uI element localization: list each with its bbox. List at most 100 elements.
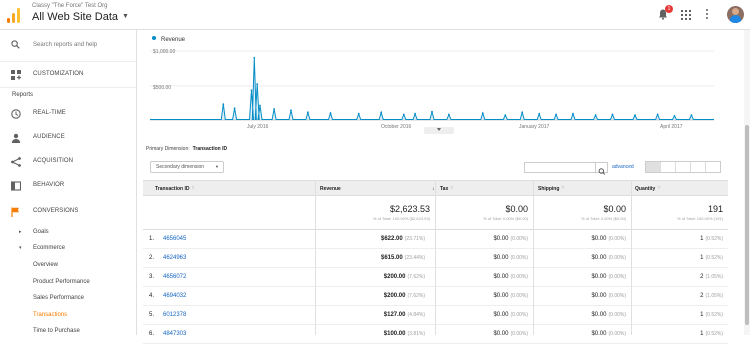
- primary-dimension-value[interactable]: Transaction ID: [193, 146, 227, 152]
- row-index: 1.: [149, 236, 155, 242]
- sidebar-item-customization[interactable]: CUSTOMIZATION: [0, 66, 136, 84]
- notification-badge[interactable]: 1: [665, 5, 673, 13]
- sidebar-item-product-performance[interactable]: Product Performance: [0, 276, 136, 290]
- sidebar-item-ecommerce[interactable]: ▾ Ecommerce: [0, 242, 136, 256]
- primary-dimension-label: Primary Dimension:: [146, 146, 190, 152]
- sidebar-item-conversions[interactable]: CONVERSIONS: [0, 203, 136, 221]
- comparison-view-icon[interactable]: [691, 162, 706, 172]
- column-divider: [533, 180, 534, 335]
- y-tick-label: $500.00: [153, 85, 171, 91]
- total-tax: $0.00% of Total: 0.00% ($0.00): [483, 204, 528, 221]
- sidebar-item-behavior[interactable]: BEHAVIOR: [0, 177, 136, 195]
- sidebar-item-goals[interactable]: ▸ Goals: [0, 226, 136, 240]
- revenue-cell: $200.00 (7.62%): [383, 274, 425, 280]
- reports-heading: Reports: [12, 92, 34, 98]
- shipping-cell: $0.00 (0.00%): [591, 236, 626, 242]
- search-icon: [11, 40, 20, 49]
- row-index: 6.: [149, 331, 155, 337]
- performance-view-icon[interactable]: [676, 162, 691, 172]
- column-header-revenue[interactable]: Revenue: [320, 186, 341, 192]
- sidebar-item-time-to-purchase[interactable]: Time to Purchase: [0, 325, 136, 339]
- scrollbar-thumb[interactable]: [745, 125, 749, 325]
- sidebar-item-acquisition[interactable]: ACQUISITION: [0, 153, 136, 171]
- column-divider: [435, 180, 436, 335]
- revenue-chart[interactable]: $1,000.00 $500.00 July 2016 October 2016…: [148, 44, 718, 134]
- sidebar-item-audience[interactable]: AUDIENCE: [0, 129, 136, 147]
- sidebar-item-sales-performance[interactable]: Sales Performance: [0, 292, 136, 306]
- advanced-filter-link[interactable]: advanced: [612, 164, 634, 170]
- apps-grid-icon[interactable]: [681, 10, 691, 20]
- quantity-cell: 1 (0.52%): [700, 236, 723, 242]
- row-index: 4.: [149, 293, 155, 299]
- revenue-cell: $615.00 (23.44%): [381, 255, 425, 261]
- table-search-button[interactable]: [595, 163, 607, 175]
- total-quantity: 191% of Total: 100.00% (191): [677, 204, 723, 221]
- search-icon: [598, 168, 606, 175]
- search-placeholder: Search reports and help: [33, 42, 98, 48]
- caret-down-icon: ▾: [19, 245, 22, 251]
- org-name: Classy "The Force" Test Org: [32, 3, 108, 9]
- x-tick-label: January 2017: [519, 124, 550, 130]
- secondary-dimension-dropdown[interactable]: Secondary dimension ▼: [150, 161, 224, 173]
- column-header-transaction-id[interactable]: Transaction ID?: [155, 186, 194, 192]
- transaction-id-link[interactable]: 4656045: [163, 236, 186, 242]
- quantity-cell: 2 (1.05%): [700, 293, 723, 299]
- series-line: [150, 57, 714, 120]
- quantity-cell: 2 (1.05%): [700, 274, 723, 280]
- quantity-cell: 1 (0.52%): [700, 255, 723, 261]
- total-revenue: $2,623.53% of Total: 100.00% ($2,623.53): [372, 204, 430, 221]
- quantity-cell: 1 (0.52%): [700, 312, 723, 318]
- revenue-cell: $100.00 (3.81%): [383, 331, 425, 337]
- shipping-cell: $0.00 (0.00%): [591, 255, 626, 261]
- sidebar-item-label: Overview: [33, 262, 59, 268]
- dashboard-icon: [11, 70, 21, 80]
- top-bar: Classy "The Force" Test Org All Web Site…: [0, 0, 750, 30]
- column-header-tax[interactable]: Tax?: [440, 186, 453, 192]
- chart-collapse-toggle[interactable]: [424, 127, 454, 134]
- legend-label: Revenue: [161, 37, 186, 43]
- sidebar-item-label: REAL-TIME: [33, 110, 66, 116]
- transaction-id-link[interactable]: 4624963: [163, 255, 186, 261]
- avatar[interactable]: [727, 6, 744, 23]
- sidebar-item-label: ACQUISITION: [33, 158, 74, 164]
- property-selector[interactable]: All Web Site Data ▼: [32, 11, 129, 23]
- tax-cell: $0.00 (0.00%): [493, 331, 528, 337]
- pivot-view-icon[interactable]: [706, 162, 720, 172]
- shipping-cell: $0.00 (0.00%): [591, 331, 626, 337]
- clock-icon: [11, 109, 21, 119]
- sidebar-item-realtime[interactable]: REAL-TIME: [0, 105, 136, 123]
- caret-right-icon: ▸: [19, 229, 22, 235]
- row-index: 3.: [149, 274, 155, 280]
- column-header-quantity[interactable]: Quantity?: [635, 186, 660, 192]
- shipping-cell: $0.00 (0.00%): [591, 274, 626, 280]
- chart-legend[interactable]: Revenue: [152, 36, 185, 43]
- quantity-cell: 1 (0.52%): [700, 331, 723, 337]
- tax-cell: $0.00 (0.00%): [493, 236, 528, 242]
- x-tick-label: April 2017: [660, 124, 683, 130]
- transaction-id-link[interactable]: 4656072: [163, 274, 186, 280]
- column-divider: [315, 180, 316, 335]
- transaction-id-link[interactable]: 4694032: [163, 293, 186, 299]
- pie-view-icon[interactable]: [661, 162, 676, 172]
- sidebar-item-label: CONVERSIONS: [33, 208, 79, 214]
- table-search-input[interactable]: [524, 162, 608, 175]
- sidebar-item-transactions[interactable]: Transactions: [0, 309, 136, 323]
- revenue-cell: $127.00 (4.84%): [383, 312, 425, 318]
- divider: [0, 87, 136, 88]
- total-shipping: $0.00% of Total: 0.00% ($0.00): [581, 204, 626, 221]
- primary-dimension: Primary Dimension: Transaction ID: [146, 146, 227, 152]
- sidebar-search[interactable]: Search reports and help: [0, 30, 136, 62]
- analytics-logo-icon[interactable]: [7, 7, 21, 23]
- sidebar-item-label: Goals: [33, 229, 49, 235]
- sidebar-item-label: AUDIENCE: [33, 134, 65, 140]
- person-icon: [11, 133, 21, 143]
- transaction-id-link[interactable]: 4847303: [163, 331, 186, 337]
- transaction-id-link[interactable]: 6012378: [163, 312, 186, 318]
- more-vert-icon[interactable]: [706, 9, 708, 21]
- table-view-icon[interactable]: [646, 162, 661, 172]
- shipping-cell: $0.00 (0.00%): [591, 293, 626, 299]
- flag-icon: [11, 207, 20, 217]
- sidebar-item-overview[interactable]: Overview: [0, 259, 136, 273]
- column-header-shipping[interactable]: Shipping?: [538, 186, 564, 192]
- property-name: All Web Site Data: [32, 11, 119, 23]
